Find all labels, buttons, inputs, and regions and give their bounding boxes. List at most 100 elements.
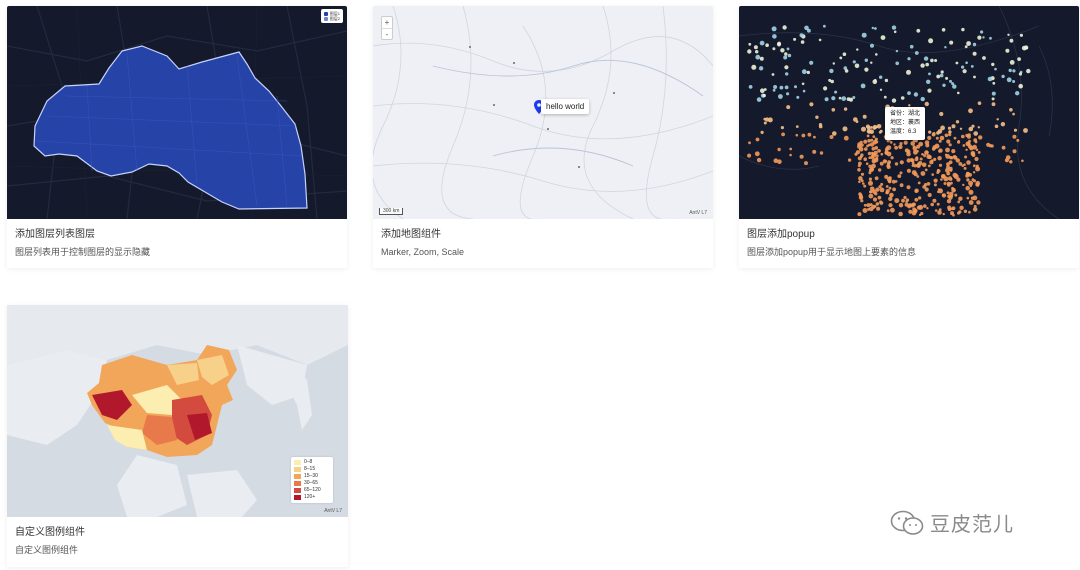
data-point bbox=[952, 84, 957, 89]
data-point bbox=[863, 139, 868, 144]
data-point bbox=[864, 147, 868, 151]
popup-value: 襄西 bbox=[908, 120, 921, 126]
attribution[interactable]: AntV L7 bbox=[689, 210, 707, 216]
data-point bbox=[951, 187, 956, 193]
card-title[interactable]: 添加图层列表图层 bbox=[15, 228, 339, 242]
data-point bbox=[1012, 134, 1017, 139]
legend-swatch bbox=[294, 467, 301, 472]
data-point bbox=[809, 102, 814, 107]
data-point bbox=[834, 90, 838, 94]
data-point bbox=[916, 28, 921, 33]
data-point bbox=[800, 40, 805, 44]
data-point bbox=[755, 54, 761, 60]
data-point bbox=[875, 202, 880, 206]
data-point bbox=[864, 67, 869, 72]
data-point bbox=[948, 133, 952, 137]
data-point bbox=[977, 126, 980, 129]
legend-swatch bbox=[294, 481, 301, 486]
layer-toggle-2[interactable]: 图层2 bbox=[323, 16, 340, 21]
data-point bbox=[860, 83, 866, 89]
data-point bbox=[869, 203, 873, 207]
data-point bbox=[918, 204, 924, 210]
data-point bbox=[933, 183, 937, 187]
data-point bbox=[813, 135, 816, 139]
data-point bbox=[976, 200, 981, 205]
data-point bbox=[906, 185, 911, 190]
data-point bbox=[754, 151, 760, 157]
data-point bbox=[842, 52, 847, 56]
data-point bbox=[1009, 160, 1013, 164]
data-point bbox=[927, 164, 931, 168]
example-card-map-components[interactable]: + - hello world 300 km AntV L7 添加地图组件 Ma… bbox=[373, 6, 713, 268]
data-point bbox=[786, 92, 790, 96]
data-point bbox=[853, 117, 858, 122]
zoom-out-button[interactable]: - bbox=[382, 28, 392, 39]
card-meta: 自定义图例组件 自定义图例组件 bbox=[7, 526, 348, 567]
layer-swatch bbox=[323, 16, 328, 21]
data-point bbox=[1016, 138, 1020, 142]
data-point bbox=[942, 212, 945, 216]
data-point bbox=[950, 194, 954, 198]
data-point bbox=[786, 105, 791, 110]
data-point bbox=[858, 147, 864, 152]
data-point bbox=[1012, 80, 1016, 83]
data-point bbox=[928, 130, 932, 134]
data-point bbox=[955, 61, 959, 65]
data-point bbox=[763, 117, 767, 121]
example-card-layer-list[interactable]: 图层1 图层2 添加图层列表图层 图层列表用于控制图层的显示隐藏 bbox=[7, 6, 347, 268]
example-card-layer-popup[interactable]: 省份：湖北 地区：襄西 温度：6.3 图层添加popup 图层添加popup用于… bbox=[739, 6, 1079, 268]
data-point bbox=[946, 162, 950, 167]
example-card-custom-legend[interactable]: 0–8 8–15 15–30 30–65 65–120 120+ AntV L7… bbox=[7, 305, 348, 567]
data-point bbox=[975, 182, 980, 187]
card-description: 图层列表用于控制图层的显示隐藏 bbox=[15, 247, 151, 257]
attribution[interactable]: AntV L7 bbox=[324, 508, 342, 514]
data-point bbox=[765, 43, 769, 47]
data-point bbox=[935, 136, 939, 140]
data-point bbox=[777, 41, 781, 46]
data-point bbox=[874, 176, 879, 181]
map-thumbnail[interactable]: 图层1 图层2 bbox=[7, 6, 347, 219]
data-point bbox=[762, 93, 766, 98]
data-point bbox=[884, 147, 889, 152]
data-point bbox=[969, 184, 972, 188]
data-point bbox=[909, 44, 914, 49]
data-point bbox=[784, 52, 788, 56]
data-point bbox=[1001, 74, 1005, 79]
card-title[interactable]: 添加地图组件 bbox=[381, 228, 705, 242]
data-point bbox=[794, 85, 797, 89]
data-point bbox=[818, 124, 823, 129]
data-point bbox=[936, 202, 940, 206]
data-point bbox=[899, 142, 903, 146]
data-point bbox=[934, 143, 940, 149]
data-point bbox=[1000, 122, 1006, 127]
data-point bbox=[941, 174, 946, 179]
data-point bbox=[910, 141, 915, 146]
data-point bbox=[866, 144, 869, 148]
map-thumbnail[interactable]: 0–8 8–15 15–30 30–65 65–120 120+ AntV L7 bbox=[7, 305, 348, 517]
data-point bbox=[914, 188, 919, 193]
data-point bbox=[890, 207, 895, 213]
data-point bbox=[977, 101, 982, 105]
data-point bbox=[858, 176, 863, 181]
data-point bbox=[870, 155, 875, 160]
scale-control: 300 km bbox=[379, 208, 404, 215]
data-point bbox=[860, 172, 865, 176]
data-point bbox=[886, 209, 890, 213]
data-point bbox=[897, 174, 902, 179]
map-thumbnail[interactable]: 省份：湖北 地区：襄西 温度：6.3 bbox=[739, 6, 1079, 219]
map-thumbnail[interactable]: + - hello world 300 km AntV L7 bbox=[373, 6, 713, 219]
data-point bbox=[933, 178, 938, 183]
data-point bbox=[898, 144, 903, 150]
layer-control[interactable]: 图层1 图层2 bbox=[320, 9, 343, 23]
card-title[interactable]: 自定义图例组件 bbox=[15, 526, 340, 540]
legend-label: 8–15 bbox=[304, 466, 316, 472]
data-point bbox=[980, 30, 984, 34]
data-point bbox=[903, 195, 907, 200]
zoom-in-button[interactable]: + bbox=[382, 17, 392, 28]
data-point bbox=[948, 143, 952, 147]
data-point bbox=[819, 151, 824, 155]
card-title[interactable]: 图层添加popup bbox=[747, 228, 1071, 242]
zoom-control[interactable]: + - bbox=[381, 16, 393, 40]
data-point bbox=[869, 206, 874, 212]
data-point bbox=[937, 190, 940, 194]
